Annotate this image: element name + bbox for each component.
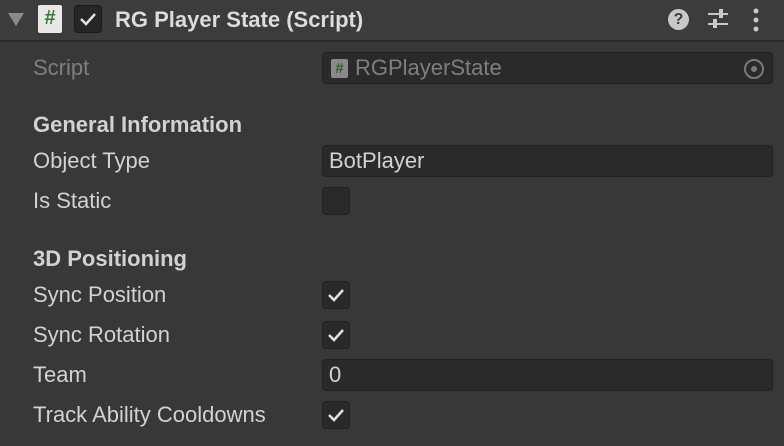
sync-position-checkbox[interactable] <box>322 281 350 309</box>
general-information-heading: General Information <box>33 112 243 137</box>
sync-rotation-checkbox[interactable] <box>322 321 350 349</box>
team-label: Team <box>33 362 87 387</box>
is-static-checkbox[interactable] <box>322 187 350 215</box>
team-input[interactable]: 0 <box>322 359 773 391</box>
more-menu-icon[interactable] <box>752 8 760 32</box>
preset-sliders-icon[interactable] <box>706 8 730 30</box>
checkmark-icon <box>328 409 344 422</box>
foldout-arrow-icon[interactable] <box>8 13 24 26</box>
checkmark-icon <box>328 329 344 342</box>
script-value: RGPlayerState <box>355 55 502 80</box>
track-ability-cooldowns-checkbox[interactable] <box>322 401 350 429</box>
help-icon[interactable]: ? <box>668 9 689 30</box>
object-type-input[interactable]: BotPlayer <box>322 145 773 177</box>
sync-rotation-label: Sync Rotation <box>33 322 170 347</box>
script-file-icon: # <box>331 59 348 78</box>
script-icon: # <box>38 5 62 33</box>
script-field[interactable]: # RGPlayerState <box>322 52 773 84</box>
script-label: Script <box>33 55 90 80</box>
track-ability-cooldowns-label: Track Ability Cooldowns <box>33 402 266 427</box>
object-picker-icon[interactable] <box>744 59 764 79</box>
component-title: RG Player State (Script) <box>115 7 364 32</box>
checkmark-icon <box>328 289 344 302</box>
component-header: # RG Player State (Script) ? <box>0 0 784 42</box>
3d-positioning-heading: 3D Positioning <box>33 246 187 271</box>
is-static-label: Is Static <box>33 188 112 213</box>
object-type-label: Object Type <box>33 148 150 173</box>
sync-position-label: Sync Position <box>33 282 167 307</box>
enabled-checkbox[interactable] <box>74 5 102 33</box>
